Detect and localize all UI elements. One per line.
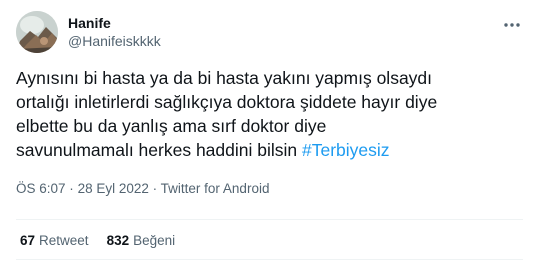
tweet-date: 28 Eyl 2022 [77,181,149,196]
retweets-count: 67 [20,233,36,248]
author-display-name[interactable]: Hanife [68,14,161,32]
meta-separator: · [152,181,158,196]
tweet-source-link[interactable]: Twitter for Android [161,181,270,196]
tweet-text-line: elbette bu da yanlış ama sırf doktor diy… [16,116,327,136]
meta-separator: · [69,181,74,196]
more-dots-icon [504,23,520,27]
hashtag-link[interactable]: #Terbiyesiz [302,140,390,160]
tweet-text-line: ortalığı inletirlerdi sağlıkçıya doktora… [16,92,438,112]
likes-label: Beğeni [133,233,176,248]
more-options-button[interactable] [501,14,523,36]
likes-count: 832 [106,233,130,248]
tweet-text: Aynısını bi hasta ya da bi hasta yakını … [16,66,526,162]
tweet-stats: 67 Retweet 832 Beğeni [20,233,175,248]
tweet-time-link[interactable]: ÖS 6:07 · 28 Eyl 2022 [16,181,149,196]
divider [16,259,523,260]
divider [16,219,523,220]
tweet-meta: ÖS 6:07 · 28 Eyl 2022 · Twitter for Andr… [16,181,269,196]
tweet-text-fragment: savunulmamalı herkes haddini bilsin [16,140,298,160]
tweet-header: Hanife @Hanifeiskkkk [16,8,523,56]
author-handle[interactable]: @Hanifeiskkkk [68,32,161,50]
retweets-stat[interactable]: 67 Retweet [20,233,89,248]
tweet-time: ÖS 6:07 [16,181,66,196]
tweet-text-line: Aynısını bi hasta ya da bi hasta yakını … [16,68,433,88]
retweets-label: Retweet [39,233,89,248]
tweet-text-line-last: savunulmamalı herkes haddini bilsin #Ter… [16,138,526,162]
author-names: Hanife @Hanifeiskkkk [68,14,161,50]
avatar[interactable] [16,11,58,53]
tweet-card: Hanife @Hanifeiskkkk Aynısını bi hasta y… [0,0,539,261]
likes-stat[interactable]: 832 Beğeni [107,233,176,248]
